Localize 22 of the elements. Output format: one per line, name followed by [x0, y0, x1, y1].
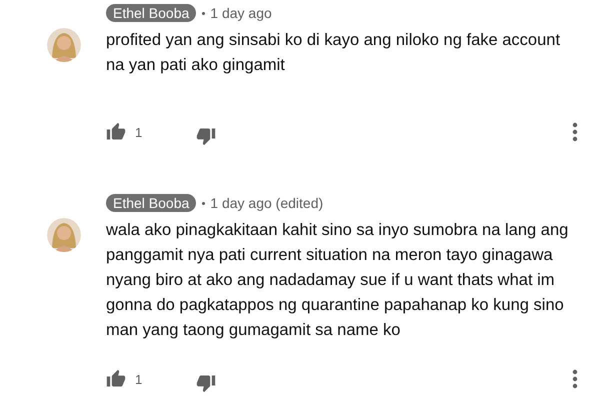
more-icon	[572, 369, 578, 389]
thumbs-down-icon	[196, 373, 216, 393]
like-count: 1	[135, 124, 142, 140]
thumbs-up-icon	[106, 122, 126, 142]
more-options-button[interactable]	[572, 122, 578, 142]
comment-time: 1 day ago (edited)	[210, 195, 324, 211]
separator-dot	[202, 202, 206, 204]
separator-dot	[202, 12, 206, 14]
thumbs-up-icon	[106, 369, 126, 389]
like-button[interactable]	[106, 369, 126, 389]
more-icon	[572, 122, 578, 142]
like-button[interactable]	[106, 122, 126, 142]
more-options-button[interactable]	[572, 369, 578, 389]
comment-text: wala ako pinagkakitaan kahit sino sa inyo sumobra na lang ang panggamit nya pati current situation na meron tayo ginagawa nyang biro at ako ang nadadamay sue if u want thats what im gonna do pagkatappos ng quarantine papahanap ko kung sino man yang taong gumagamit sa name ko	[106, 220, 570, 341]
author-name[interactable]: Ethel Booba	[106, 194, 196, 212]
comment-time: 1 day ago	[210, 5, 272, 21]
comment-text: profited yan ang sinsabi ko di kayo ang niloko ng fake account na yan pati ako gingamit	[106, 30, 562, 76]
author-name[interactable]: Ethel Booba	[106, 4, 196, 22]
like-count: 1	[135, 372, 142, 386]
dislike-button[interactable]	[196, 373, 216, 393]
dislike-button[interactable]	[196, 126, 216, 146]
thumbs-down-icon	[196, 126, 216, 146]
